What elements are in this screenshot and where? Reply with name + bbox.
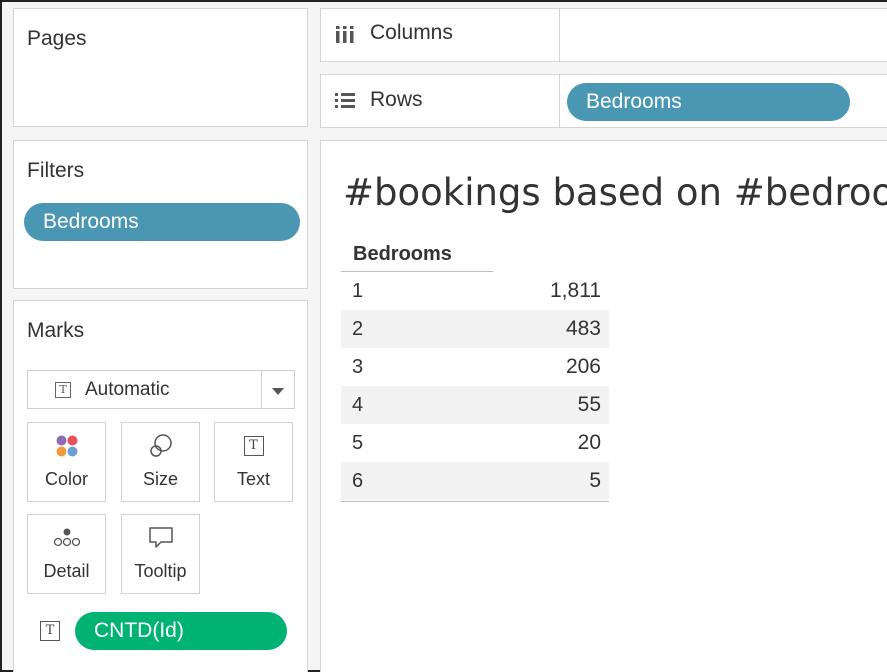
shelf-divider [559, 9, 560, 61]
text-icon: T [243, 436, 264, 456]
table-row[interactable]: 4 55 [341, 386, 609, 424]
pages-title: Pages [27, 27, 87, 50]
size-button[interactable]: Size [121, 422, 200, 502]
row-value: 206 [565, 355, 601, 378]
worksheet-title: #bookings based on #bedrooms [343, 171, 887, 214]
text-button-label: Text [236, 469, 270, 489]
row-key: 3 [352, 356, 364, 378]
row-key: 2 [352, 318, 364, 340]
worksheet-view: #bookings based on #bedrooms Bedrooms 1 … [320, 140, 887, 672]
row-value: 20 [577, 431, 601, 454]
size-icon [147, 423, 175, 469]
columns-shelf[interactable]: Columns [320, 8, 887, 62]
chevron-down-icon[interactable] [272, 388, 284, 395]
detail-button-label: Detail [43, 561, 90, 581]
row-value: 55 [577, 393, 601, 416]
color-button[interactable]: Color [27, 422, 106, 502]
pages-card: Pages [13, 8, 308, 127]
row-key: 1 [352, 280, 364, 302]
mark-type-dropdown[interactable]: T Automatic [27, 370, 295, 409]
table-row[interactable]: 2 483 [341, 310, 609, 348]
table-row[interactable]: 3 206 [341, 348, 609, 386]
tooltip-icon [147, 515, 175, 561]
row-value: 483 [565, 317, 601, 340]
filters-card[interactable]: Filters Bedrooms [13, 140, 308, 289]
marks-title: Marks [27, 319, 85, 342]
tableau-workspace: Pages Filters Bedrooms Marks T Automatic… [0, 0, 887, 672]
rows-pill-bedrooms[interactable]: Bedrooms [567, 83, 850, 121]
row-value: 5 [589, 469, 601, 492]
row-header-bedrooms[interactable]: Bedrooms [353, 243, 452, 266]
tooltip-button-label: Tooltip [134, 561, 187, 581]
rows-label: Rows [370, 88, 423, 111]
table-row[interactable]: 1 1,811 [341, 272, 609, 310]
color-palette-icon [54, 423, 80, 469]
columns-icon [336, 26, 354, 43]
detail-button[interactable]: Detail [27, 514, 106, 594]
row-value: 1,811 [550, 279, 601, 302]
row-key: 6 [352, 470, 364, 492]
text-encoding-icon[interactable]: T [40, 621, 60, 641]
mark-type-label: Automatic [85, 378, 170, 400]
columns-label: Columns [370, 21, 453, 44]
filters-title: Filters [27, 159, 85, 182]
size-button-label: Size [142, 469, 178, 489]
detail-icon [53, 515, 81, 561]
row-key: 4 [352, 394, 364, 416]
columns-shelf-label: Columns [334, 21, 453, 45]
rows-shelf-label: Rows [334, 88, 423, 112]
dropdown-divider [261, 371, 262, 408]
text-button[interactable]: T Text [214, 422, 293, 502]
table-row[interactable]: 6 5 [341, 462, 609, 500]
filter-pill-bedrooms[interactable]: Bedrooms [24, 203, 300, 241]
text-mark-icon: T [55, 381, 71, 398]
rows-shelf[interactable]: Rows Bedrooms [320, 74, 887, 128]
color-button-label: Color [44, 469, 88, 489]
table-bottom-rule [341, 501, 609, 502]
measure-pill-cntd-id[interactable]: CNTD(Id) [75, 612, 287, 650]
row-key: 5 [352, 432, 364, 454]
rows-icon [335, 93, 355, 108]
tooltip-button[interactable]: Tooltip [121, 514, 200, 594]
table-row[interactable]: 5 20 [341, 424, 609, 462]
shelf-divider [559, 75, 560, 127]
